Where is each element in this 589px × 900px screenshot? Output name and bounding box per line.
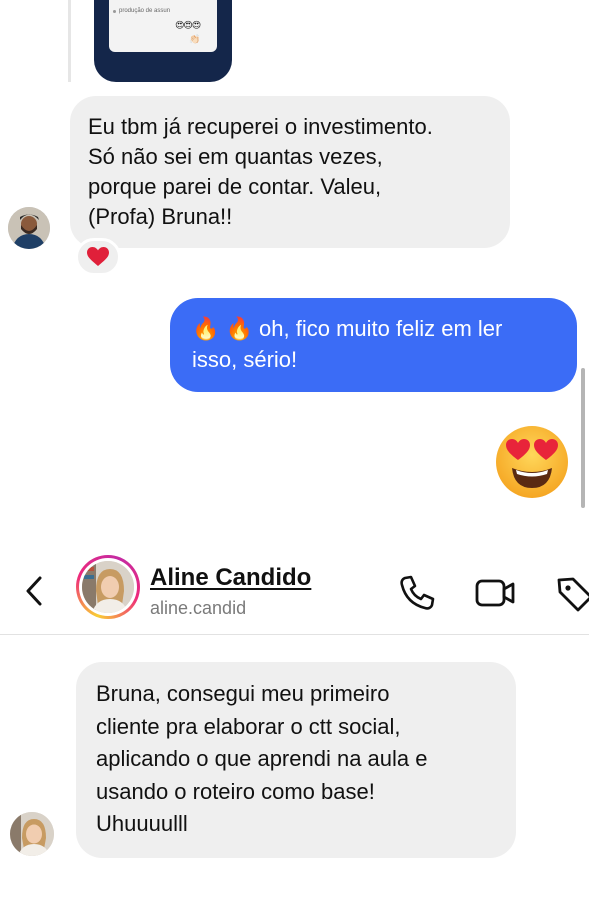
message-line: usando o roteiro como base! [96,778,375,804]
heart-reaction[interactable] [75,238,121,276]
contact-avatar-photo [82,561,134,613]
image-preview-dot [113,10,116,13]
received-message-bubble[interactable]: Bruna, consegui meu primeiro cliente pra… [76,662,516,858]
message-line: Eu tbm já recuperei o investimento. [88,114,433,139]
video-call-icon[interactable] [474,572,516,614]
sent-message-bubble[interactable]: 🔥 🔥 oh, fico muito feliz em ler isso, sé… [170,298,577,392]
image-preview-emojis: 😍😍😍 [175,20,201,30]
sender-avatar[interactable] [8,207,50,249]
header-divider [0,634,589,635]
back-arrow-icon[interactable] [18,570,52,612]
message-line-1: 🔥 🔥 oh, fico muito feliz em ler [192,313,555,344]
thread-reply-line [68,0,71,82]
heart-icon [87,247,109,266]
tag-icon[interactable] [553,572,589,614]
message-line: porque parei de contar. Valeu, [88,174,382,199]
contact-name[interactable]: Aline Candido [150,564,311,592]
image-preview-hands: 👏🏻 [189,34,201,44]
image-message[interactable]: produção de assun 😍😍😍 👏🏻 [94,0,232,82]
message-line: Uhuuuulll [96,811,188,836]
contact-handle: aline.candid [150,598,247,618]
phone-call-icon[interactable] [396,572,438,614]
fire-emojis: 🔥 🔥 [192,316,253,341]
message-line: Só não sei em quantas vezes, [88,144,383,169]
message-line: cliente pra elaborar o ctt social, [96,713,401,739]
chat-header: Aline Candido aline.candid [0,548,589,634]
message-line-2: isso, sério! [192,347,298,372]
message-text: oh, fico muito feliz em ler [259,316,503,341]
received-message-bubble[interactable]: Eu tbm já recuperei o investimento. Só n… [70,96,510,248]
sender-avatar[interactable] [10,812,54,856]
contact-avatar [82,561,134,613]
message-line: aplicando o que aprendi na aula e [96,746,428,771]
avatar-ring-gap [79,558,137,616]
image-preview-caption: produção de assun [119,8,171,14]
heart-eyes-emoji-icon[interactable] [494,424,570,500]
message-line: (Profa) Bruna!! [88,204,233,229]
sender-avatar-photo [10,812,54,856]
image-message-preview: produção de assun 😍😍😍 👏🏻 [109,0,217,52]
sender-avatar-photo [8,207,50,249]
scrollbar[interactable] [581,368,585,508]
contact-avatar-ring[interactable] [76,555,140,619]
message-line: Bruna, consegui meu primeiro [96,681,390,706]
